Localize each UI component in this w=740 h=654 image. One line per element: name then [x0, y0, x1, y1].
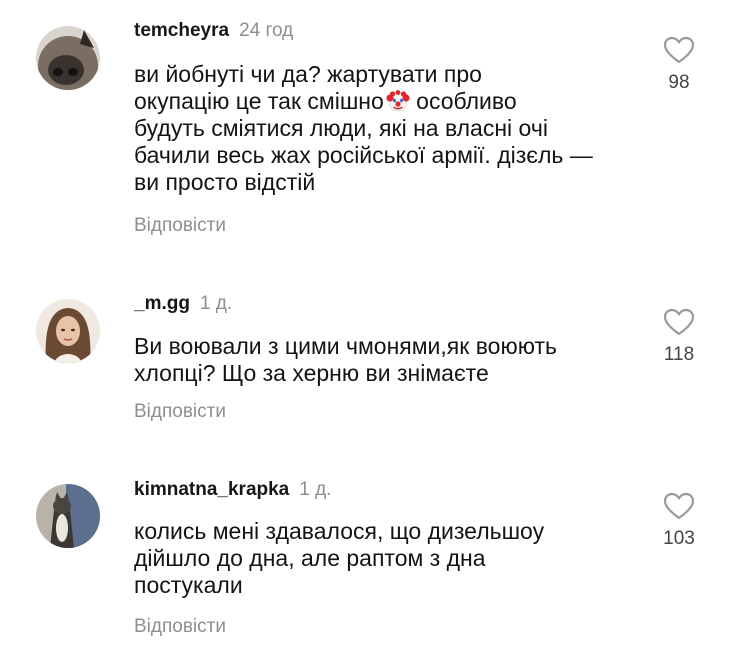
timestamp: 1 д. — [299, 479, 332, 500]
comment-meta: kimnatna_krapka 1 д. — [134, 479, 331, 501]
avatar[interactable] — [36, 299, 100, 363]
like-count: 103 — [663, 528, 695, 549]
like-count: 98 — [668, 72, 690, 93]
comment-line: окупацію це так смішно особливо — [134, 88, 517, 114]
avatar-image — [36, 484, 100, 548]
username[interactable]: kimnatna_krapka — [134, 479, 289, 500]
like-count: 118 — [663, 344, 695, 365]
avatar[interactable] — [36, 26, 100, 90]
comment-line: будуть сміятися люди, які на власні очі — [134, 115, 548, 141]
avatar[interactable] — [36, 484, 100, 548]
username[interactable]: _m.gg — [134, 293, 190, 314]
reply-button[interactable]: Відповісти — [134, 215, 226, 237]
clown-face-icon — [386, 90, 410, 112]
comment-line: колись мені здавалося, що дизельшоу — [134, 518, 545, 544]
avatar-image — [36, 299, 100, 363]
comment-meta: _m.gg 1 д. — [134, 293, 232, 315]
reply-button[interactable]: Відповісти — [134, 401, 226, 423]
comment-line: хлопці? Що за херню ви знімаєте — [134, 360, 489, 386]
comment-line: дійшло до дна, але раптом з дна — [134, 545, 486, 571]
comment-line: Ви воювали з цими чмонями,як воюють — [134, 333, 557, 359]
heart-outline-icon[interactable] — [663, 308, 695, 336]
heart-outline-icon[interactable] — [663, 36, 695, 64]
reply-button[interactable]: Відповісти — [134, 616, 226, 638]
comment-text: ви йобнуті чи да? жартувати про окупацію… — [134, 61, 634, 196]
timestamp: 1 д. — [199, 293, 233, 314]
comment-line: ви йобнуті чи да? жартувати про — [134, 61, 482, 87]
like-control: 98 — [649, 36, 709, 94]
avatar-image — [36, 26, 100, 90]
comment-line: бачили весь жах російської армії. дізєль… — [134, 142, 593, 168]
comment-line: ви просто відстій — [134, 169, 316, 195]
comment-meta: temcheyra 24 год — [134, 20, 293, 42]
heart-outline-icon[interactable] — [663, 492, 695, 520]
like-control: 118 — [649, 308, 709, 366]
comment-line: постукали — [134, 572, 243, 598]
comment-text: Ви воювали з цими чмонями,як воюють хлоп… — [134, 333, 634, 387]
comment-text: колись мені здавалося, що дизельшоу дійш… — [134, 518, 634, 599]
timestamp: 24 год — [239, 20, 294, 41]
like-control: 103 — [649, 492, 709, 550]
username[interactable]: temcheyra — [134, 20, 229, 41]
